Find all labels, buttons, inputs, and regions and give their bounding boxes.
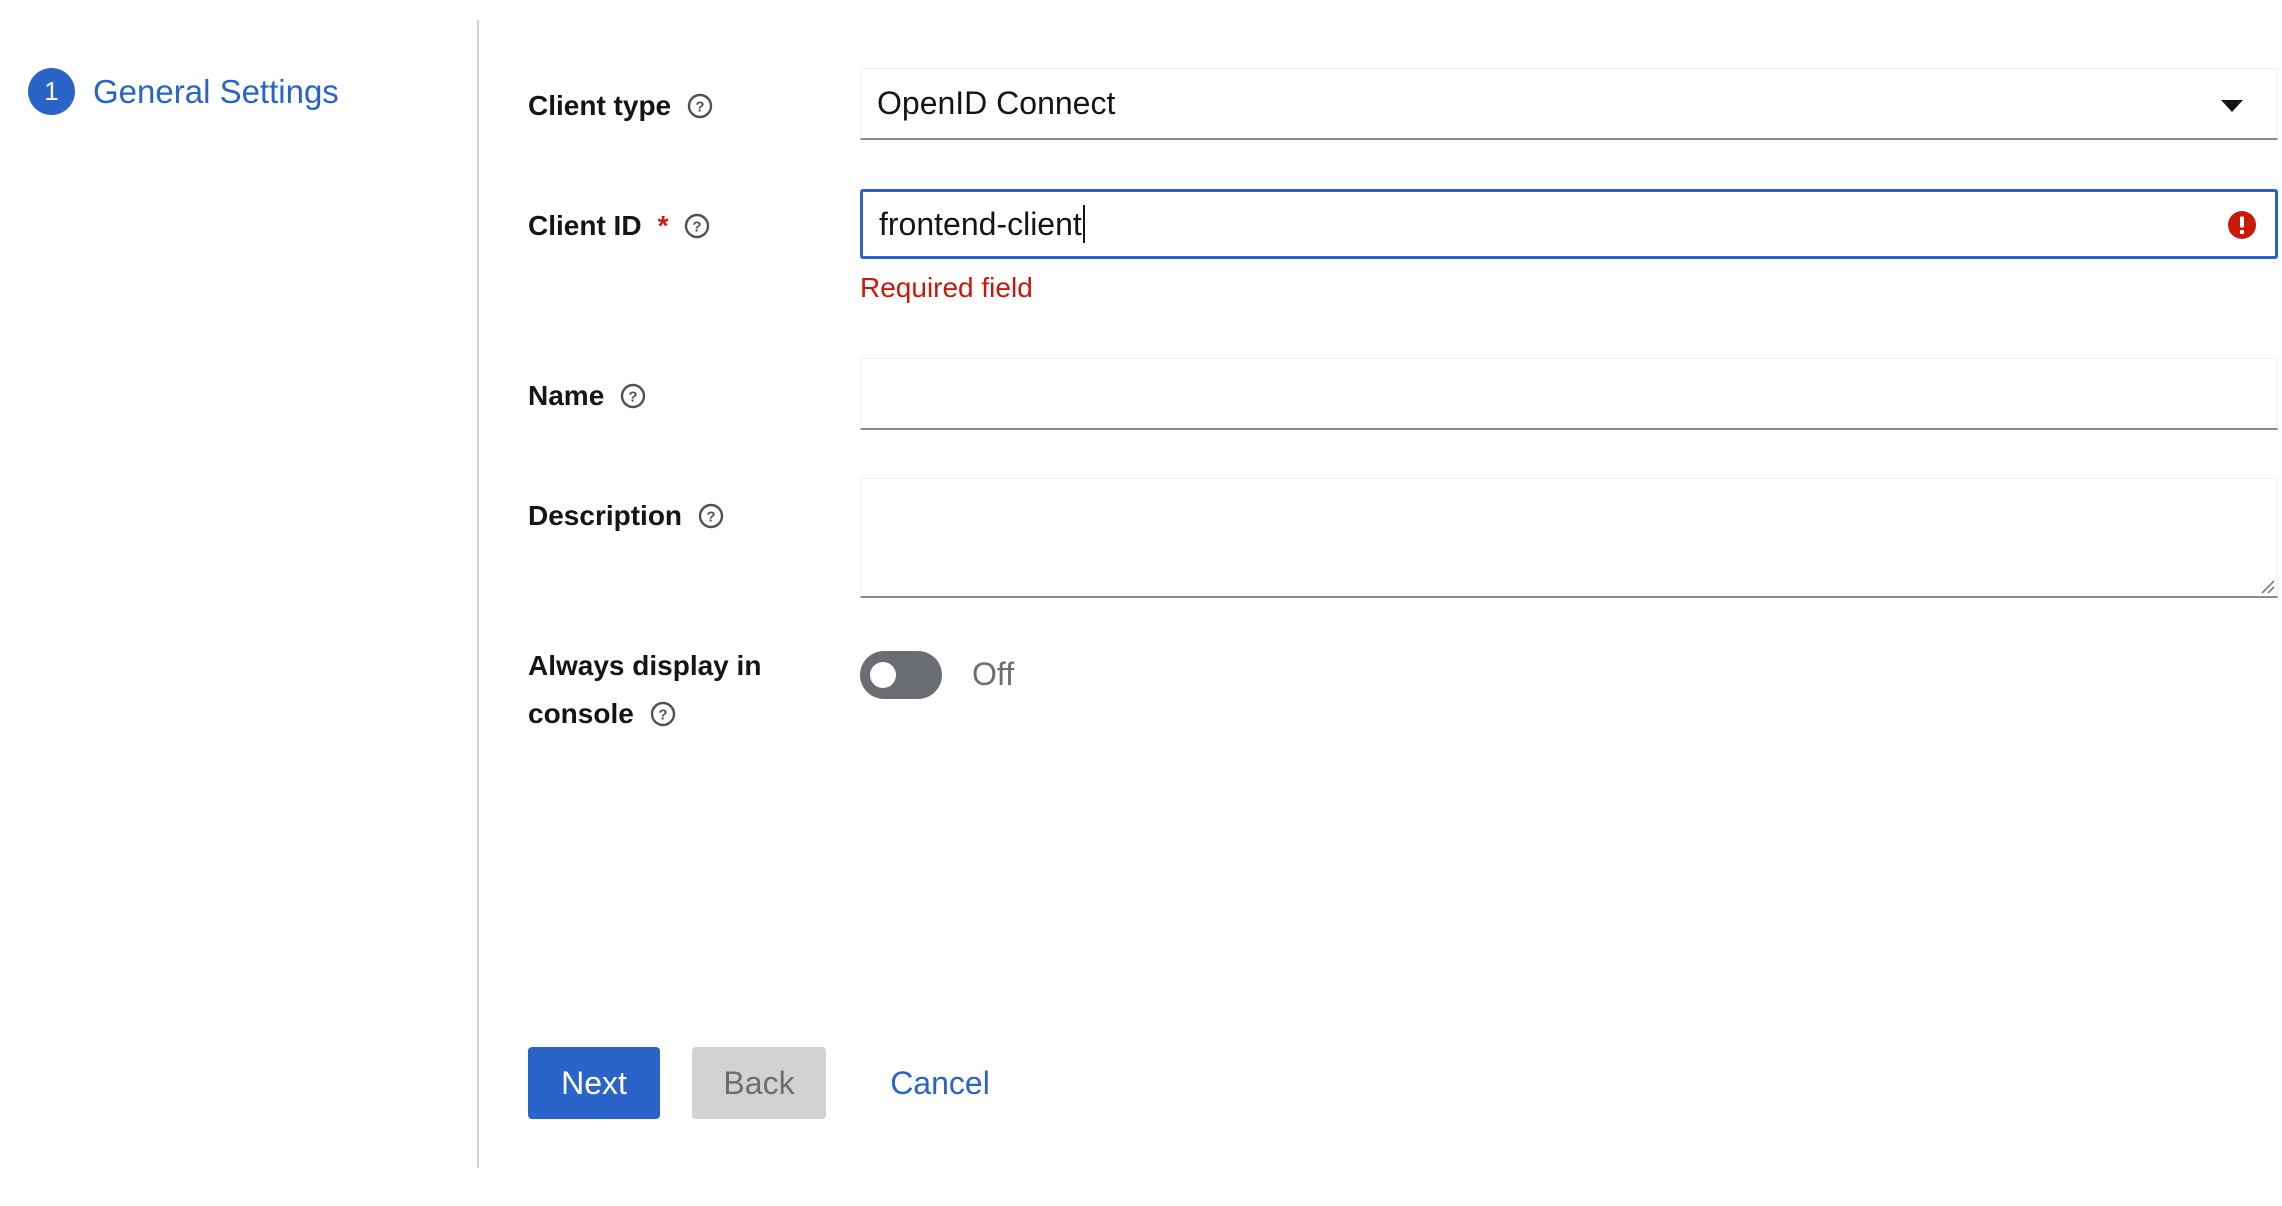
client-type-select[interactable]: OpenID Connect: [860, 68, 2278, 140]
help-icon[interactable]: ?: [684, 213, 710, 239]
name-label-text: Name: [528, 380, 605, 411]
toggle-state-text: Off: [972, 656, 1015, 692]
svg-text:?: ?: [696, 99, 705, 116]
client-id-label: Client ID * ?: [528, 202, 710, 250]
help-icon[interactable]: ?: [650, 701, 676, 727]
cancel-button[interactable]: Cancel: [870, 1047, 1010, 1119]
help-icon[interactable]: ?: [620, 383, 646, 409]
svg-text:?: ?: [658, 707, 667, 724]
description-textarea[interactable]: [860, 478, 2278, 598]
name-label: Name ?: [528, 372, 646, 420]
always-display-label-line2: console: [528, 698, 634, 729]
resize-grip-icon[interactable]: [2259, 578, 2275, 594]
text-cursor: [1082, 205, 1085, 243]
client-type-label: Client type ?: [528, 82, 713, 130]
required-marker: *: [657, 210, 669, 241]
client-type-value: OpenID Connect: [877, 85, 1116, 121]
back-button[interactable]: Back: [692, 1047, 826, 1119]
svg-text:?: ?: [629, 389, 638, 406]
create-client-wizard: 1 General Settings Client type ? OpenID …: [0, 0, 2282, 1206]
client-id-error-text: Required field: [860, 272, 1033, 303]
svg-text:?: ?: [706, 509, 715, 526]
caret-down-icon: [2221, 100, 2243, 112]
step-label: General Settings: [93, 72, 339, 110]
wizard-step-general-settings[interactable]: 1 General Settings: [28, 68, 339, 115]
description-label-text: Description: [528, 500, 683, 531]
nav-divider: [477, 20, 479, 1168]
help-icon[interactable]: ?: [698, 503, 724, 529]
step-number: 1: [28, 68, 75, 115]
description-label: Description ?: [528, 492, 724, 540]
exclamation-circle-icon: [2228, 211, 2256, 239]
always-display-toggle[interactable]: [860, 651, 942, 699]
client-id-value: frontend-client: [879, 205, 1082, 242]
client-id-input[interactable]: frontend-client: [860, 189, 2278, 259]
always-display-label: Always display in console ?: [528, 642, 761, 738]
always-display-label-line2-wrap: console ?: [528, 690, 676, 738]
client-id-label-text: Client ID: [528, 210, 642, 241]
name-input[interactable]: [860, 358, 2278, 430]
wizard-nav: 1 General Settings: [0, 0, 480, 1206]
always-display-label-line1: Always display in: [528, 650, 762, 681]
help-icon[interactable]: ?: [687, 93, 713, 119]
svg-text:?: ?: [693, 219, 702, 236]
next-button[interactable]: Next: [528, 1047, 660, 1119]
toggle-knob: [870, 662, 896, 688]
client-type-label-text: Client type: [528, 90, 672, 121]
